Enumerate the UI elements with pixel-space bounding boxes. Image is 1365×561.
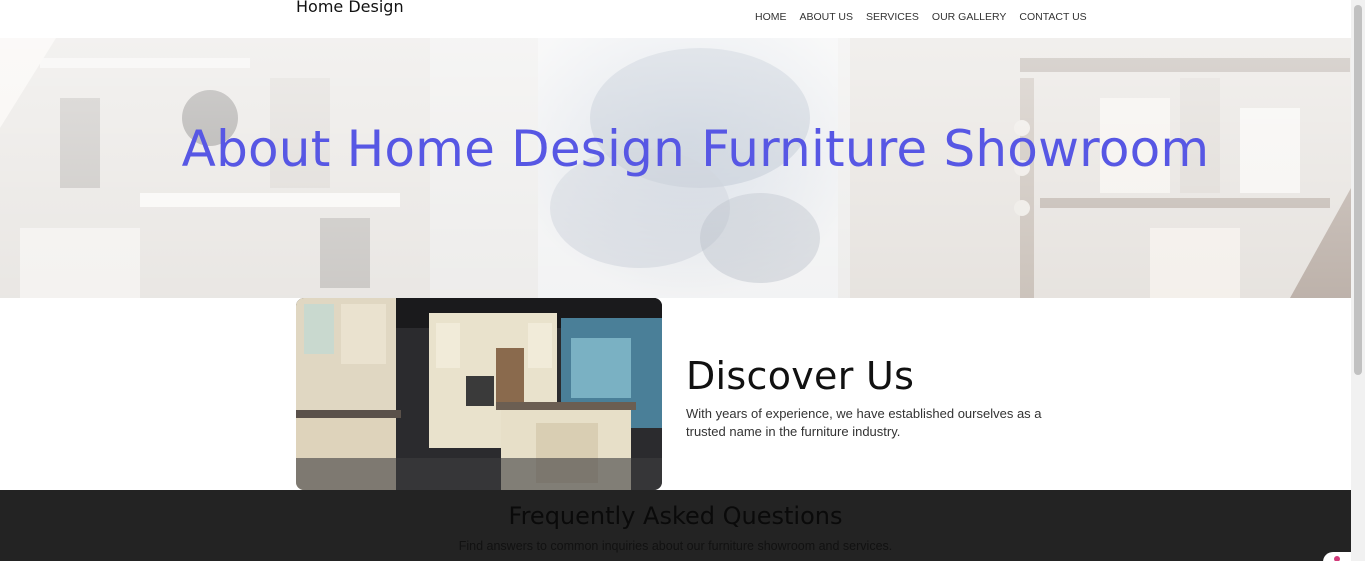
nav-about-us[interactable]: ABOUT US [800,11,853,23]
faq-title: Frequently Asked Questions [508,502,843,530]
hero-banner: About Home Design Furniture Showroom [0,38,1351,298]
nav-services[interactable]: SERVICES [866,11,919,23]
scrollbar-thumb[interactable] [1354,5,1362,375]
faq-subtitle: Find answers to common inquiries about o… [458,539,893,553]
brand-logo[interactable]: Home Design [296,0,404,16]
hero-title: About Home Design Furniture Showroom [181,120,1210,178]
chat-widget-icon [1334,556,1340,561]
main-nav: HOME ABOUT US SERVICES OUR GALLERY CONTA… [755,11,1100,23]
nav-contact-us[interactable]: CONTACT US [1019,11,1086,23]
kitchen-illustration [296,298,662,490]
discover-title: Discover Us [686,354,915,398]
discover-section: Discover Us With years of experience, we… [0,298,1351,490]
kitchen-showroom-image [296,298,662,490]
discover-text: With years of experience, we have establ… [686,406,1042,439]
nav-home[interactable]: HOME [755,11,787,23]
page-scrollbar[interactable] [1351,0,1365,561]
nav-our-gallery[interactable]: OUR GALLERY [932,11,1007,23]
faq-section: Frequently Asked Questions Find answers … [0,490,1351,561]
site-header: Home Design HOME ABOUT US SERVICES OUR G… [0,0,1351,38]
